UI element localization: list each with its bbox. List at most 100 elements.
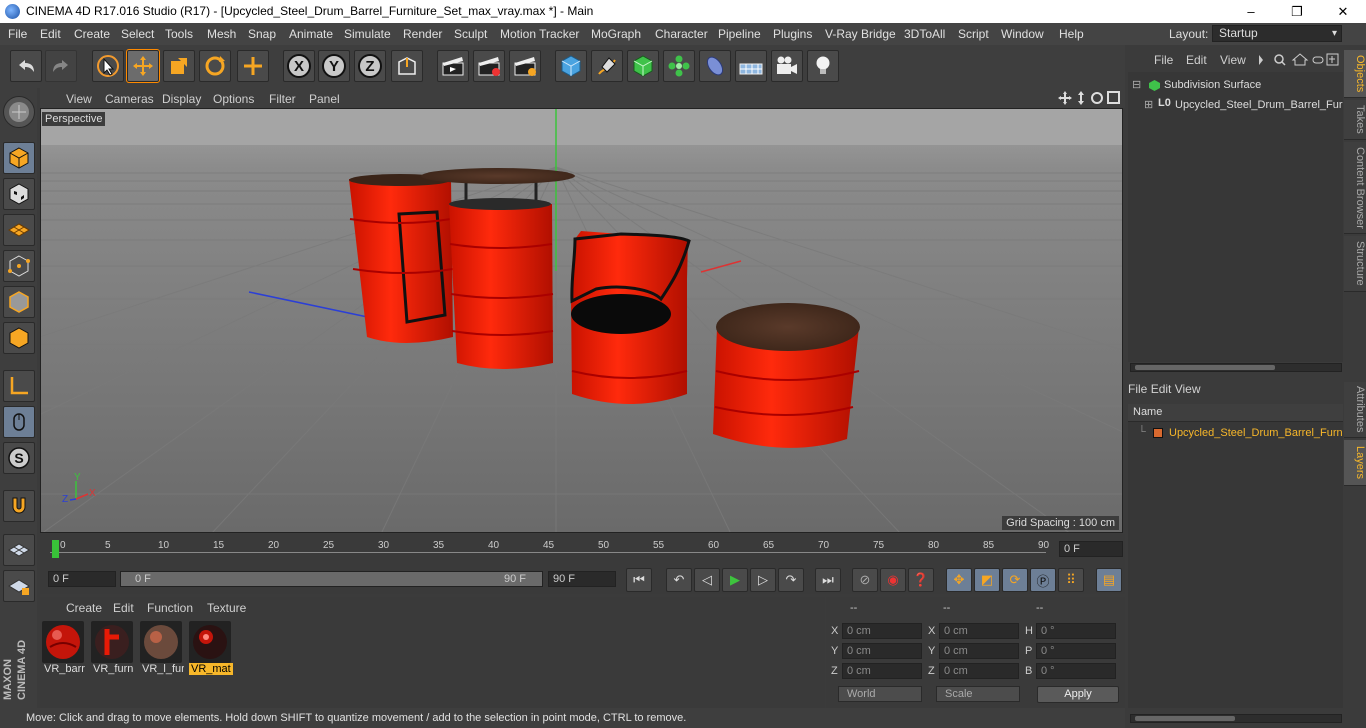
render-picture-viewer-button[interactable]: [473, 50, 505, 82]
rotation-p-field[interactable]: 0 °: [1036, 643, 1116, 659]
tab-content-browser[interactable]: Content Browser: [1344, 142, 1366, 234]
menu-help[interactable]: Help: [1059, 27, 1084, 41]
size-y-field[interactable]: 0 cm: [939, 643, 1019, 659]
layout-dropdown[interactable]: Startup: [1212, 25, 1342, 42]
objects-menu-edit[interactable]: Edit: [1186, 53, 1207, 67]
menu-snap[interactable]: Snap: [248, 27, 276, 41]
material-swatch[interactable]: VR_l_fur: [140, 621, 184, 677]
menu-motion-tracker[interactable]: Motion Tracker: [500, 27, 579, 41]
objects-menu-file[interactable]: File: [1154, 53, 1173, 67]
menu-mograph[interactable]: MoGraph: [591, 27, 641, 41]
menu-window[interactable]: Window: [1001, 27, 1044, 41]
menu-sculpt[interactable]: Sculpt: [454, 27, 487, 41]
scale-tool-button[interactable]: [163, 50, 195, 82]
transform-tool-button[interactable]: [237, 50, 269, 82]
maximize-button[interactable]: ❐: [1274, 0, 1320, 23]
menu-script[interactable]: Script: [958, 27, 989, 41]
tab-objects[interactable]: Objects: [1344, 50, 1366, 98]
polygons-mode-button[interactable]: [3, 322, 35, 354]
menu-file[interactable]: File: [8, 27, 27, 41]
cube-object-button[interactable]: [555, 50, 587, 82]
viewport-menu-panel[interactable]: Panel: [309, 92, 340, 106]
object-list-scrollbar[interactable]: [1130, 363, 1342, 372]
key-rotation-button[interactable]: ⟳: [1002, 568, 1028, 592]
layers-menu-view[interactable]: View: [1175, 382, 1201, 396]
menu-mesh[interactable]: Mesh: [207, 27, 236, 41]
deformer-button[interactable]: [699, 50, 731, 82]
menu-plugins[interactable]: Plugins: [773, 27, 812, 41]
menu-animate[interactable]: Animate: [289, 27, 333, 41]
layer-color-swatch[interactable]: [1153, 428, 1163, 438]
tab-attributes[interactable]: Attributes: [1344, 382, 1366, 438]
next-frame-button[interactable]: ▷: [750, 568, 776, 592]
timeline-ruler[interactable]: 0 5 10 15 20 25 30 35 40 45 50 55 60 65 …: [40, 534, 1125, 564]
close-button[interactable]: ✕: [1320, 0, 1366, 23]
viewport-menu-display[interactable]: Display: [162, 92, 201, 106]
menu-simulate[interactable]: Simulate: [344, 27, 391, 41]
model-mode-button[interactable]: [3, 142, 35, 174]
material-menu-function[interactable]: Function: [147, 601, 193, 615]
current-frame-field[interactable]: 0 F: [1059, 541, 1123, 557]
timeline-window-button[interactable]: ▤: [1096, 568, 1122, 592]
x-axis-lock-button[interactable]: X: [283, 50, 315, 82]
viewport-navigation-icons[interactable]: [1057, 90, 1123, 106]
object-manager-tool-icons[interactable]: [1257, 53, 1341, 67]
object-row-furniture-set[interactable]: ⊞ L0 Upcycled_Steel_Drum_Barrel_Furnitur…: [1128, 96, 1343, 114]
start-frame-field[interactable]: 0 F: [48, 571, 116, 587]
workplane-mode-button[interactable]: [3, 214, 35, 246]
tree-collapse-icon[interactable]: ⊟: [1132, 78, 1141, 91]
material-swatch[interactable]: VR_mat: [189, 621, 233, 677]
layers-menu-edit[interactable]: Edit: [1151, 382, 1172, 396]
keyframe-selection-button[interactable]: ❓: [908, 568, 934, 592]
camera-object-button[interactable]: [771, 50, 803, 82]
redo-button[interactable]: [45, 50, 77, 82]
render-view-button[interactable]: [437, 50, 469, 82]
objects-menu-view[interactable]: View: [1220, 53, 1246, 67]
rotation-b-field[interactable]: 0 °: [1036, 663, 1116, 679]
menu-3dtoall[interactable]: 3DToAll: [904, 27, 945, 41]
position-z-field[interactable]: 0 cm: [842, 663, 922, 679]
viewport-menu-cameras[interactable]: Cameras: [105, 92, 154, 106]
object-row-subdivision[interactable]: ⊟ Subdivision Surface: [1128, 76, 1343, 94]
render-settings-button[interactable]: [509, 50, 541, 82]
next-key-button[interactable]: ↷: [778, 568, 804, 592]
rotation-h-field[interactable]: 0 °: [1036, 623, 1116, 639]
key-parameter-button[interactable]: Ⓟ: [1030, 568, 1056, 592]
record-keys-button[interactable]: ⊘: [852, 568, 878, 592]
rotate-tool-button[interactable]: [199, 50, 231, 82]
tab-structure[interactable]: Structure: [1344, 236, 1366, 292]
end-frame-field[interactable]: 90 F: [548, 571, 616, 587]
edges-mode-button[interactable]: [3, 286, 35, 318]
position-y-field[interactable]: 0 cm: [842, 643, 922, 659]
previous-key-button[interactable]: ↶: [666, 568, 692, 592]
coordinate-type-dropdown[interactable]: Scale: [936, 686, 1020, 702]
menu-vray-bridge[interactable]: V-Ray Bridge: [825, 27, 896, 41]
viewport-menu-options[interactable]: Options: [213, 92, 254, 106]
go-to-start-button[interactable]: ⏮: [626, 568, 652, 592]
layers-menu-file[interactable]: File: [1128, 382, 1147, 396]
material-swatch[interactable]: VR_barr: [42, 621, 86, 677]
make-editable-button[interactable]: [3, 96, 35, 128]
go-to-end-button[interactable]: ⏭: [815, 568, 841, 592]
coordinate-mode-dropdown[interactable]: World: [838, 686, 922, 702]
points-mode-button[interactable]: [3, 250, 35, 282]
menu-render[interactable]: Render: [403, 27, 442, 41]
size-x-field[interactable]: 0 cm: [939, 623, 1019, 639]
material-menu-edit[interactable]: Edit: [113, 601, 134, 615]
position-x-field[interactable]: 0 cm: [842, 623, 922, 639]
undo-button[interactable]: [10, 50, 42, 82]
cloner-button[interactable]: [663, 50, 695, 82]
floor-object-button[interactable]: [735, 50, 767, 82]
y-axis-lock-button[interactable]: Y: [318, 50, 350, 82]
tab-takes[interactable]: Takes: [1344, 100, 1366, 140]
workplane-grid-button[interactable]: [3, 534, 35, 566]
previous-frame-button[interactable]: ◁: [694, 568, 720, 592]
material-menu-create[interactable]: Create: [66, 601, 102, 615]
key-scale-button[interactable]: ◩: [974, 568, 1000, 592]
snap-button[interactable]: S: [3, 442, 35, 474]
tree-expand-icon[interactable]: ⊞: [1144, 98, 1153, 111]
live-selection-button[interactable]: [92, 50, 124, 82]
minimize-button[interactable]: –: [1228, 0, 1274, 23]
layer-row[interactable]: └ Upcycled_Steel_Drum_Barrel_Furniture_S…: [1128, 424, 1343, 442]
subdivision-surface-button[interactable]: [627, 50, 659, 82]
